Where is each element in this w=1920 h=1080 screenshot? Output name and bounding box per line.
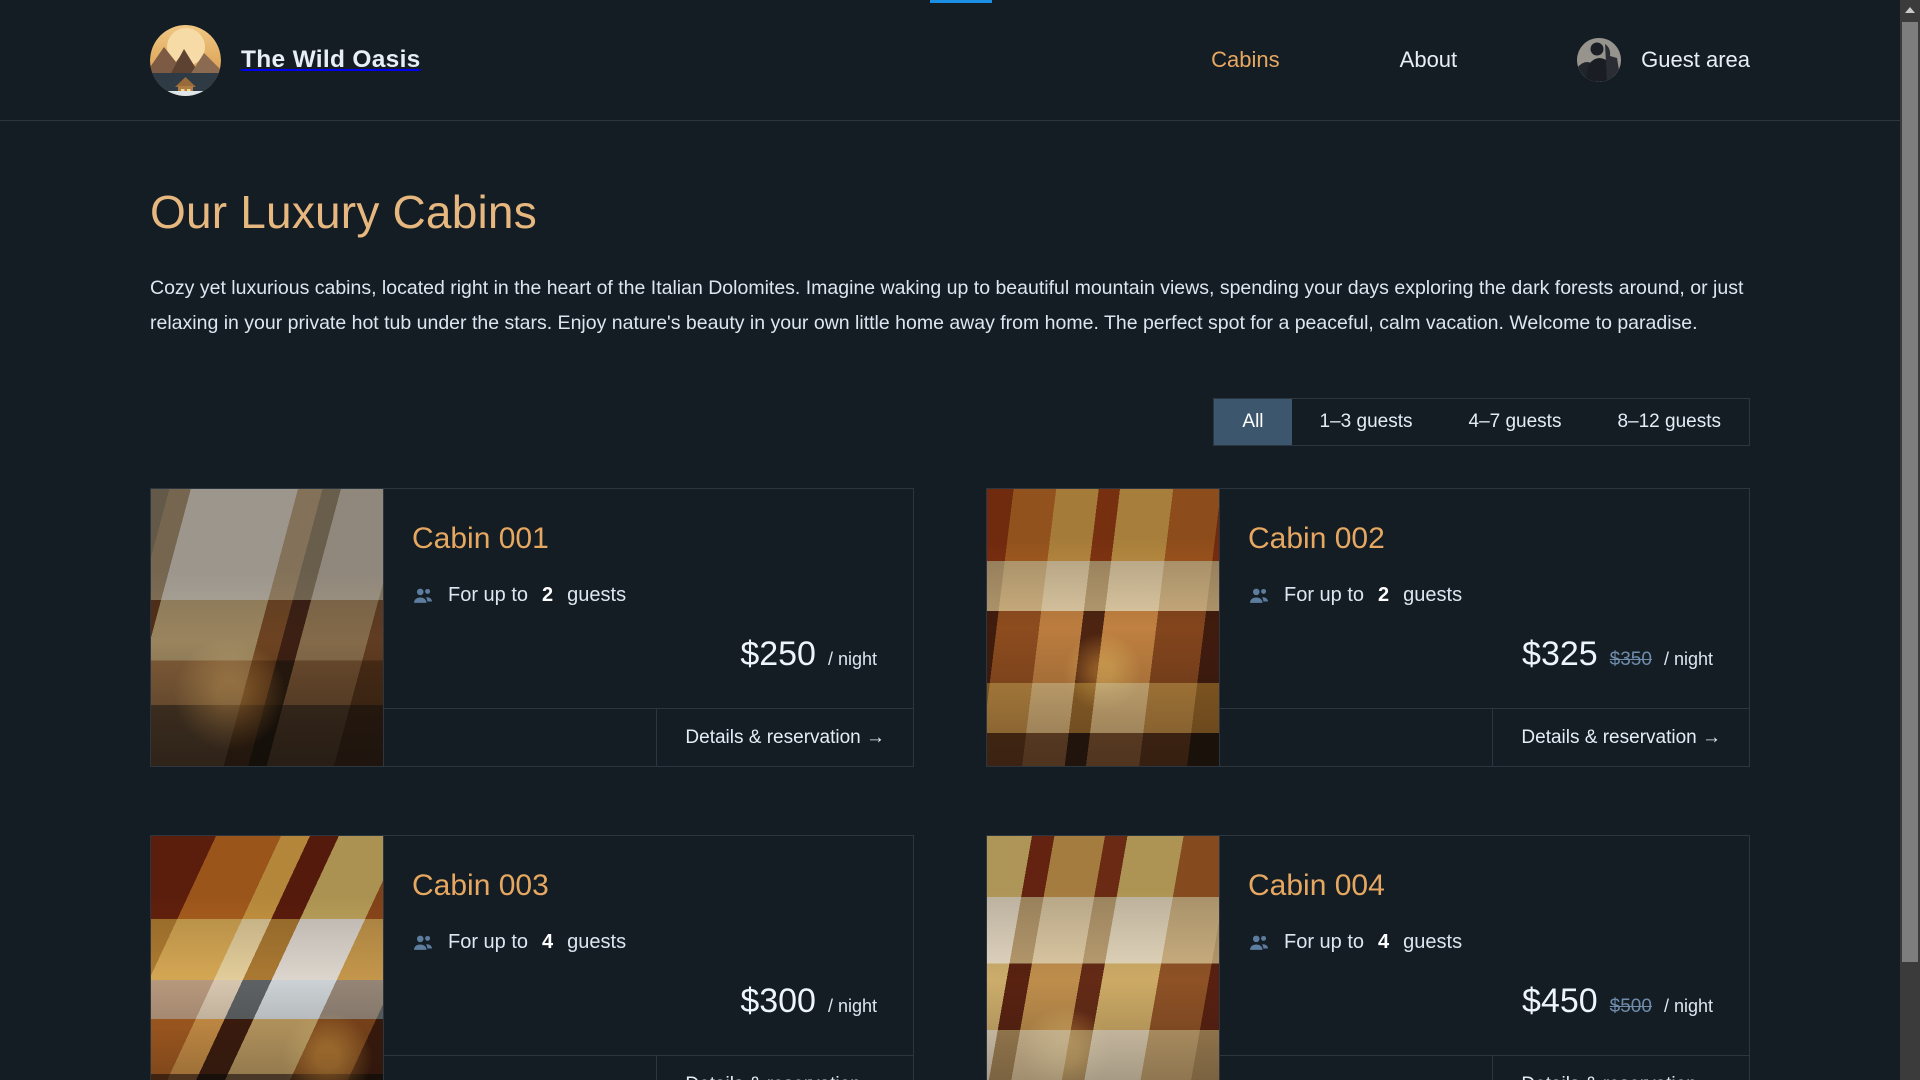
cabin-card: Cabin 003 For up to 4 guests $300 / nigh… xyxy=(150,835,914,1080)
capacity-prefix: For up to xyxy=(448,584,529,606)
capacity-count: 4 xyxy=(542,931,554,953)
nav-link-cabins[interactable]: Cabins xyxy=(1151,47,1339,73)
users-icon xyxy=(412,585,434,607)
cabin-card: Cabin 004 For up to 4 guests $450 $500 /… xyxy=(986,835,1750,1080)
users-icon xyxy=(412,932,434,954)
price-unit: / night xyxy=(1663,996,1713,1016)
price-current: $450 xyxy=(1522,982,1598,1020)
cabin-card-footer: Details & reservation → xyxy=(1220,1055,1749,1080)
footer-spacer xyxy=(1220,709,1492,766)
page-loading-bar xyxy=(930,0,992,3)
cabin-card-footer: Details & reservation → xyxy=(384,1055,913,1080)
nav-link-about[interactable]: About xyxy=(1340,47,1518,73)
details-reservation-link[interactable]: Details & reservation → xyxy=(656,709,913,766)
cabin-capacity: For up to 2 guests xyxy=(1248,584,1713,607)
price-unit: / night xyxy=(827,649,877,669)
cabin-interior-photo xyxy=(987,489,1220,766)
capacity-prefix: For up to xyxy=(448,931,529,953)
cabin-interior-photo xyxy=(987,836,1220,1080)
cabin-capacity: For up to 4 guests xyxy=(1248,931,1713,954)
price-current: $300 xyxy=(740,982,816,1020)
details-reservation-link[interactable]: Details & reservation → xyxy=(1492,709,1749,766)
mountain-cabin-logo-icon xyxy=(150,24,221,96)
site-header: The Wild Oasis Cabins About Guest area xyxy=(0,0,1900,121)
price-current: $325 xyxy=(1522,635,1598,673)
vertical-scrollbar[interactable] xyxy=(1900,0,1920,1080)
cabin-capacity: For up to 2 guests xyxy=(412,584,877,607)
capacity-suffix: guests xyxy=(1403,584,1463,606)
main-navigation: Cabins About Guest area xyxy=(1151,38,1750,82)
filter-button-all[interactable]: All xyxy=(1214,399,1292,445)
price-current: $250 xyxy=(740,635,816,673)
capacity-count: 2 xyxy=(1378,584,1390,606)
cabin-price: $325 $350 / night xyxy=(1248,635,1713,674)
cabin-interior-photo xyxy=(151,489,384,766)
page-title: Our Luxury Cabins xyxy=(150,186,537,238)
brand-name: The Wild Oasis xyxy=(241,46,421,73)
price-original: $350 xyxy=(1609,649,1652,670)
guest-area-label: Guest area xyxy=(1641,47,1750,72)
cabin-card-footer: Details & reservation → xyxy=(384,708,913,766)
cabin-price: $250 / night xyxy=(412,635,877,674)
price-unit: / night xyxy=(827,996,877,1016)
filter-button-8-12-guests[interactable]: 8–12 guests xyxy=(1589,399,1749,445)
capacity-suffix: guests xyxy=(567,931,627,953)
scroll-up-arrow-icon[interactable] xyxy=(1900,0,1920,20)
capacity-prefix: For up to xyxy=(1284,584,1365,606)
cabin-grid: Cabin 001 For up to 2 guests $250 / nigh… xyxy=(150,488,1750,1080)
cabin-card: Cabin 001 For up to 2 guests $250 / nigh… xyxy=(150,488,914,767)
cabin-name: Cabin 003 xyxy=(412,869,549,902)
cabin-card: Cabin 002 For up to 2 guests $325 $350 /… xyxy=(986,488,1750,767)
filter-button-1-3-guests[interactable]: 1–3 guests xyxy=(1292,399,1441,445)
nav-link-guest-area[interactable]: Guest area xyxy=(1517,38,1750,82)
cabin-price: $300 / night xyxy=(412,982,877,1021)
users-icon xyxy=(1248,932,1270,954)
footer-spacer xyxy=(384,1056,656,1080)
footer-spacer xyxy=(1220,1056,1492,1080)
page-intro-text: Cozy yet luxurious cabins, located right… xyxy=(150,277,1744,334)
cabin-card-footer: Details & reservation → xyxy=(1220,708,1749,766)
filter-button-4-7-guests[interactable]: 4–7 guests xyxy=(1441,399,1590,445)
user-avatar-image xyxy=(1577,38,1622,82)
users-icon xyxy=(1248,585,1270,607)
cabin-price: $450 $500 / night xyxy=(1248,982,1713,1021)
footer-spacer xyxy=(384,709,656,766)
cabin-name: Cabin 001 xyxy=(412,522,549,555)
capacity-suffix: guests xyxy=(567,584,627,606)
capacity-prefix: For up to xyxy=(1284,931,1365,953)
capacity-suffix: guests xyxy=(1403,931,1463,953)
cabin-capacity: For up to 4 guests xyxy=(412,931,877,954)
main-content: Our Luxury Cabins Cozy yet luxurious cab… xyxy=(0,121,1900,1080)
cabin-name: Cabin 002 xyxy=(1248,522,1385,555)
brand-home-link[interactable]: The Wild Oasis xyxy=(150,24,421,96)
scrollbar-thumb[interactable] xyxy=(1902,22,1918,962)
price-original: $500 xyxy=(1609,996,1652,1017)
cabin-capacity-filter: All 1–3 guests 4–7 guests 8–12 guests xyxy=(1213,398,1750,446)
page-scroll-container: The Wild Oasis Cabins About Guest area O… xyxy=(0,0,1900,1080)
price-unit: / night xyxy=(1663,649,1713,669)
cabin-name: Cabin 004 xyxy=(1248,869,1385,902)
filter-row: All 1–3 guests 4–7 guests 8–12 guests xyxy=(150,398,1750,446)
capacity-count: 4 xyxy=(1378,931,1390,953)
details-reservation-link[interactable]: Details & reservation → xyxy=(656,1056,913,1080)
capacity-count: 2 xyxy=(542,584,554,606)
details-reservation-link[interactable]: Details & reservation → xyxy=(1492,1056,1749,1080)
cabin-interior-photo xyxy=(151,836,384,1080)
